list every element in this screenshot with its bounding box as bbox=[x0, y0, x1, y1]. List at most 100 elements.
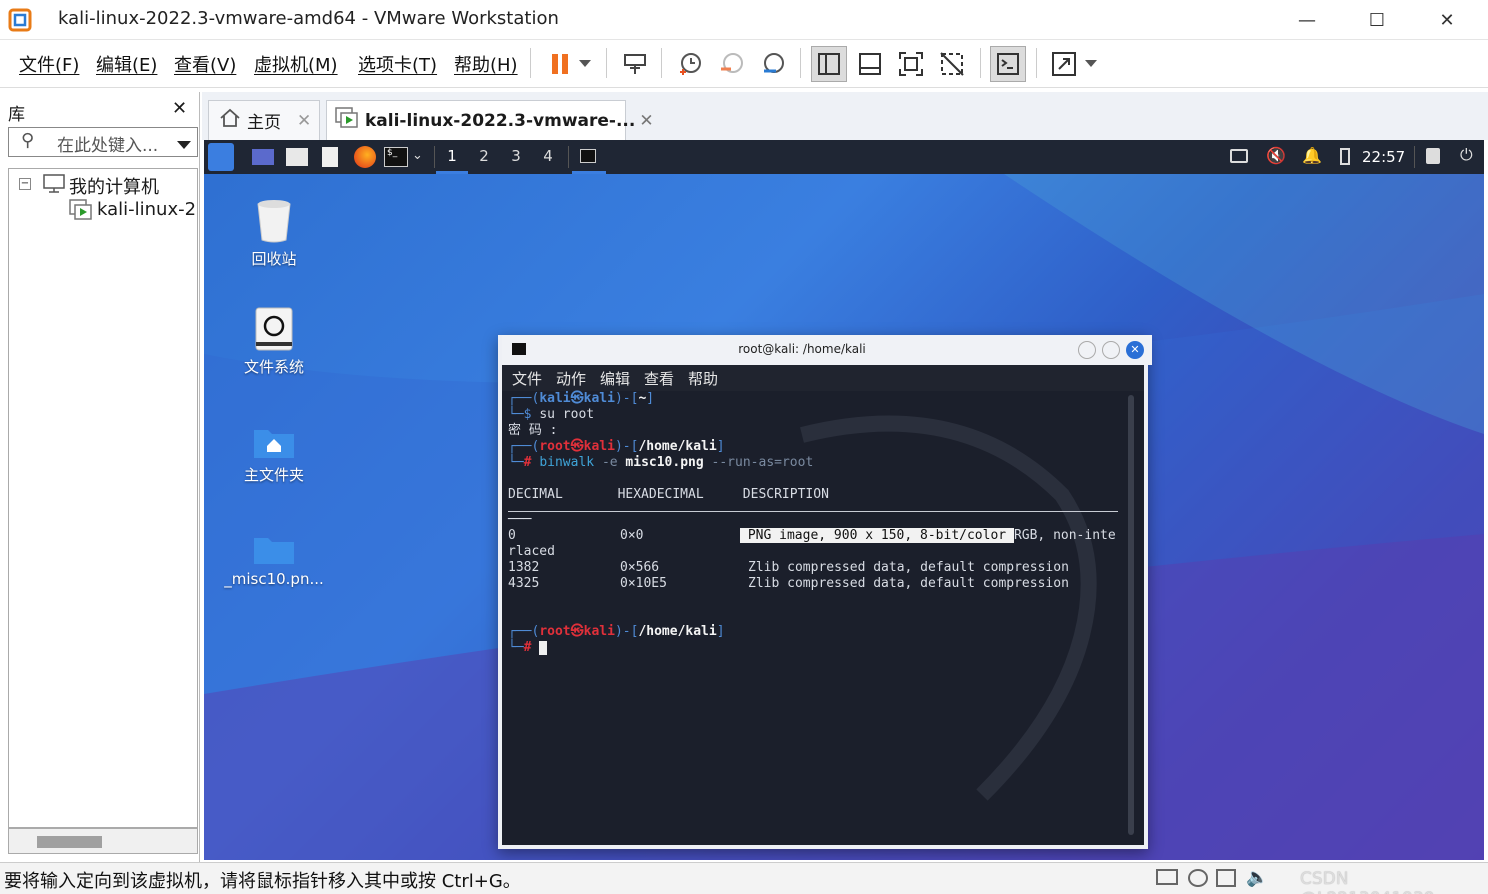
menu-tabs[interactable]: 选项卡(T) bbox=[358, 51, 437, 77]
firefox-icon[interactable] bbox=[354, 146, 376, 168]
tab-kali-close-icon[interactable]: ✕ bbox=[639, 111, 653, 131]
workspace-3[interactable]: 3 bbox=[500, 140, 532, 174]
desktop-icon-home[interactable]: 主文件夹 bbox=[214, 424, 334, 485]
title-bar: kali-linux-2022.3-vmware-amd64 - VMware … bbox=[0, 0, 1488, 40]
binwalk-row-1-wrap: rlaced bbox=[508, 544, 555, 559]
tree-kali-vm[interactable]: kali-linux-2 bbox=[97, 199, 197, 220]
unity-icon[interactable] bbox=[934, 46, 970, 82]
terminal-titlebar: root@kali: /home/kali ✕ bbox=[502, 335, 1152, 365]
mute-icon[interactable]: 🔇 bbox=[1266, 146, 1286, 165]
minimize-button[interactable]: — bbox=[1272, 0, 1342, 40]
desktop-icon-filesystem[interactable]: 文件系统 bbox=[214, 306, 334, 377]
show-desktop-icon[interactable] bbox=[252, 149, 274, 165]
drive-icon bbox=[255, 307, 293, 351]
network-status-icon[interactable] bbox=[1216, 869, 1236, 887]
scrollbar-thumb[interactable] bbox=[37, 836, 102, 848]
workspace-1[interactable]: 1 bbox=[436, 140, 468, 174]
hdd-status-icon[interactable] bbox=[1156, 869, 1178, 885]
terminal-menu-file[interactable]: 文件 bbox=[512, 368, 542, 389]
binwalk-row-3: 4325 0×10E5 Zlib compressed data, default … bbox=[508, 576, 1069, 591]
library-close-icon[interactable]: ✕ bbox=[172, 98, 187, 119]
menu-help[interactable]: 帮助(H) bbox=[454, 51, 518, 77]
prompt-line-3: ┌──(root㉿kali)-[/home/kali] bbox=[508, 624, 725, 639]
prompt-line-1: ┌──(kali㉿kali)-[~] bbox=[508, 391, 655, 406]
status-bar: 要将输入定向到该虚拟机，请将鼠标指针移入其中或按 Ctrl+G。 🔈 CSDN … bbox=[0, 862, 1488, 894]
terminal-title: root@kali: /home/kali bbox=[738, 342, 866, 356]
terminal-menu-view[interactable]: 查看 bbox=[644, 368, 674, 389]
cd-status-icon[interactable] bbox=[1188, 869, 1208, 887]
tab-bar: 主页 ✕ kali-linux-2022.3-vmware-... ✕ bbox=[202, 92, 1488, 140]
terminal-scrollbar[interactable] bbox=[1128, 395, 1134, 835]
workspace-2[interactable]: 2 bbox=[468, 140, 500, 174]
text-editor-icon[interactable] bbox=[322, 147, 338, 167]
command-binwalk: └─# binwalk -e misc10.png --run-as=root bbox=[508, 455, 814, 470]
sound-status-icon[interactable]: 🔈 bbox=[1246, 867, 1268, 888]
terminal-minimize-button[interactable] bbox=[1078, 341, 1096, 359]
library-tree: − 我的计算机 kali-linux-2 bbox=[8, 168, 198, 828]
menu-view[interactable]: 查看(V) bbox=[174, 51, 236, 77]
terminal-menu-help[interactable]: 帮助 bbox=[688, 368, 718, 389]
snapshot-icon[interactable] bbox=[672, 46, 708, 82]
menu-vm[interactable]: 虚拟机(M) bbox=[254, 51, 338, 77]
search-dropdown-icon[interactable] bbox=[177, 135, 191, 154]
show-library-icon[interactable] bbox=[811, 46, 847, 82]
terminal-menu-edit[interactable]: 编辑 bbox=[600, 368, 630, 389]
tab-kali-label: kali-linux-2022.3-vmware-... bbox=[365, 110, 636, 131]
pause-dropdown-icon[interactable] bbox=[574, 46, 596, 82]
terminal-launcher-icon[interactable]: $_ bbox=[384, 147, 408, 167]
vm-screen[interactable]: $_ ⌄ 1 2 3 4 🔇 🔔 22:57 ⏻ 回收站 文件系统 主文件夹 _… bbox=[204, 140, 1484, 860]
terminal-maximize-button[interactable] bbox=[1102, 341, 1120, 359]
stretch-dropdown-icon[interactable] bbox=[1080, 46, 1102, 82]
notification-icon[interactable]: 🔔 bbox=[1302, 146, 1322, 165]
tree-collapse-icon[interactable]: − bbox=[19, 178, 31, 190]
pause-icon[interactable] bbox=[542, 46, 578, 82]
stretch-guest-icon[interactable] bbox=[1046, 46, 1082, 82]
password-prompt: 密 码 : bbox=[508, 423, 558, 438]
library-title: 库 bbox=[8, 105, 25, 125]
tree-my-computer[interactable]: 我的计算机 bbox=[69, 173, 159, 199]
tab-home-close-icon[interactable]: ✕ bbox=[297, 111, 311, 131]
vmware-app-icon bbox=[8, 8, 32, 32]
close-button[interactable]: ✕ bbox=[1412, 0, 1482, 40]
console-view-icon[interactable] bbox=[990, 46, 1026, 82]
terminal-menu-action[interactable]: 动作 bbox=[556, 368, 586, 389]
desktop-icon-home-label: 主文件夹 bbox=[243, 466, 304, 484]
tab-home[interactable]: 主页 ✕ bbox=[208, 100, 320, 140]
desktop-icon-misc10-label: _misc10.pn... bbox=[224, 570, 324, 588]
csdn-watermark: CSDN @L2213041939 bbox=[1300, 869, 1435, 894]
text-cursor bbox=[539, 640, 548, 655]
workspace-4[interactable]: 4 bbox=[532, 140, 564, 174]
home-folder-icon bbox=[254, 430, 294, 458]
command-su: └─$ su root bbox=[508, 407, 595, 422]
panel-clock[interactable]: 22:57 bbox=[1362, 148, 1405, 166]
menu-file[interactable]: 文件(F) bbox=[19, 51, 79, 77]
lock-screen-icon[interactable] bbox=[1426, 148, 1440, 164]
terminal-close-button[interactable]: ✕ bbox=[1126, 341, 1144, 359]
thumbnail-bar-icon[interactable] bbox=[852, 46, 888, 82]
window-title: kali-linux-2022.3-vmware-amd64 - VMware … bbox=[58, 8, 559, 29]
maximize-button[interactable]: ☐ bbox=[1342, 0, 1412, 40]
kali-menu-icon[interactable] bbox=[208, 143, 234, 171]
library-search-input[interactable]: ⚲ 在此处键入... bbox=[8, 127, 198, 157]
folder-icon bbox=[254, 538, 294, 564]
send-ctrl-alt-del-icon[interactable] bbox=[617, 46, 653, 82]
computer-icon bbox=[43, 174, 67, 198]
launcher-dropdown-icon[interactable]: ⌄ bbox=[412, 148, 423, 163]
battery-icon[interactable] bbox=[1340, 148, 1350, 165]
desktop-icon-trash[interactable]: 回收站 bbox=[214, 198, 334, 269]
display-icon[interactable] bbox=[1230, 149, 1248, 163]
menu-edit[interactable]: 编辑(E) bbox=[96, 51, 157, 77]
file-manager-icon[interactable] bbox=[286, 148, 308, 166]
desktop-icon-misc10-folder[interactable]: _misc10.pn... bbox=[214, 534, 334, 588]
fullscreen-icon[interactable] bbox=[893, 46, 929, 82]
terminal-output[interactable]: ┌──(kali㉿kali)-[~] └─$ su root 密 码 : ┌──(ro… bbox=[508, 391, 1124, 841]
tab-kali-vm[interactable]: kali-linux-2022.3-vmware-... ✕ bbox=[326, 100, 654, 140]
revert-snapshot-icon[interactable] bbox=[714, 46, 750, 82]
status-message: 要将输入定向到该虚拟机，请将鼠标指针移入其中或按 Ctrl+G。 bbox=[4, 871, 521, 892]
taskbar-terminal-item[interactable] bbox=[572, 140, 606, 174]
library-horizontal-scrollbar[interactable] bbox=[8, 828, 198, 854]
terminal-window[interactable]: root@kali: /home/kali ✕ 文件 动作 编辑 查看 帮助 ┌… bbox=[498, 335, 1152, 849]
home-icon bbox=[219, 108, 241, 133]
snapshot-manager-icon[interactable] bbox=[755, 46, 791, 82]
logout-icon[interactable]: ⏻ bbox=[1460, 145, 1473, 165]
